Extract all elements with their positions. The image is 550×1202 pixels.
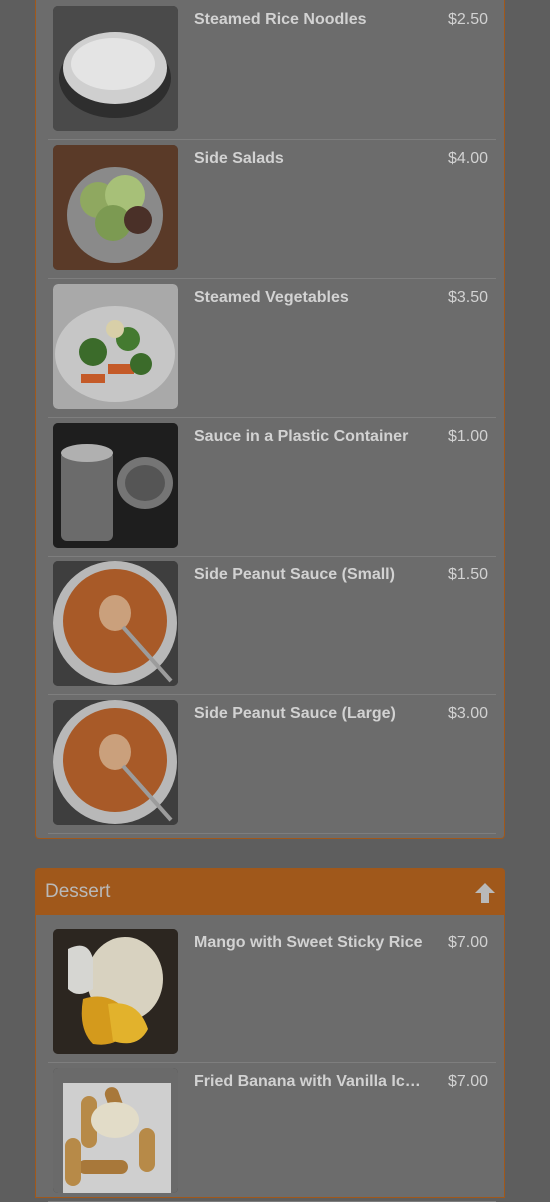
menu-item-row[interactable]: Side Peanut Sauce (Large) $3.00: [48, 694, 496, 834]
menu-item-row[interactable]: Fried Banana with Vanilla Ice Cream $7.0…: [48, 1062, 496, 1202]
plastic-container-image: [53, 423, 178, 548]
item-name: Steamed Rice Noodles: [194, 11, 367, 28]
menu-item-row[interactable]: Side Salads $4.00: [48, 139, 496, 279]
steamed-rice-noodles-image: [53, 6, 178, 131]
item-price: $3.00: [447, 705, 488, 722]
sides-panel: Steamed Rice Noodles $2.50 Side Salads $…: [35, 0, 505, 839]
item-price: $3.50: [447, 289, 488, 306]
item-price: $4.00: [447, 150, 488, 167]
peanut-sauce-small-image: [53, 561, 178, 686]
side-salads-image: [53, 145, 178, 270]
item-name: Side Peanut Sauce (Large): [194, 705, 396, 722]
peanut-sauce-large-image: [53, 700, 178, 825]
mango-sticky-rice-image: [53, 929, 178, 1054]
menu-item-row[interactable]: Sauce in a Plastic Container $1.00: [48, 417, 496, 557]
item-price: $1.00: [447, 428, 488, 445]
menu-item-row[interactable]: Mango with Sweet Sticky Rice $7.00: [48, 923, 496, 1063]
menu-item-row[interactable]: Steamed Vegetables $3.50: [48, 278, 496, 418]
item-price: $1.50: [447, 566, 488, 583]
fried-banana-image: [53, 1068, 178, 1193]
dessert-panel: Dessert Mango with Sweet Sticky Rice $7.…: [35, 868, 505, 1202]
item-price: $2.50: [447, 11, 488, 28]
item-name: Sauce in a Plastic Container: [194, 428, 409, 445]
item-name: Side Peanut Sauce (Small): [194, 566, 395, 583]
item-name: Side Salads: [194, 150, 284, 167]
menu-item-row[interactable]: Steamed Rice Noodles $2.50: [48, 0, 496, 140]
arrow-up-icon[interactable]: [474, 882, 496, 904]
item-name: Steamed Vegetables: [194, 289, 349, 306]
menu-item-row[interactable]: Side Peanut Sauce (Small) $1.50: [48, 555, 496, 695]
section-title: Dessert: [45, 881, 111, 902]
item-name: Fried Banana with Vanilla Ice Cream: [194, 1073, 426, 1090]
item-name: Mango with Sweet Sticky Rice: [194, 934, 423, 951]
item-price: $7.00: [447, 1073, 488, 1090]
item-price: $7.00: [447, 934, 488, 951]
steamed-vegetables-image: [53, 284, 178, 409]
dessert-header[interactable]: Dessert: [36, 869, 504, 915]
